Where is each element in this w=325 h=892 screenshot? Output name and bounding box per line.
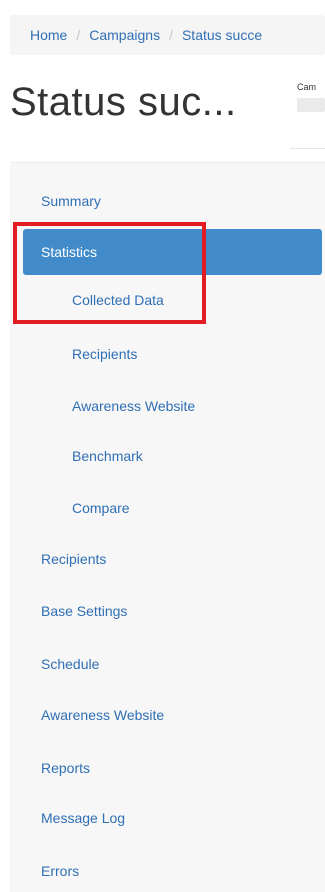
sidebar-item-label: Reports: [41, 760, 91, 776]
campaign-tab[interactable]: Cam: [297, 82, 325, 120]
sidebar-item-statistics[interactable]: Statistics: [23, 229, 322, 275]
sidebar-subitem-compare[interactable]: Compare: [10, 485, 325, 531]
sidebar-item-awareness-website[interactable]: Awareness Website: [10, 692, 325, 738]
sidebar-item-recipients[interactable]: Recipients: [10, 536, 325, 582]
sidebar-item-schedule[interactable]: Schedule: [10, 641, 325, 687]
sidebar-item-label: Errors: [41, 863, 80, 879]
sidebar-item-message-log[interactable]: Message Log: [10, 795, 325, 841]
sidebar-item-label: Collected Data: [72, 292, 164, 308]
sidebar-nav: Summary Statistics Collected Data Recipi…: [10, 162, 325, 892]
sidebar-item-label: Base Settings: [41, 603, 128, 619]
sidebar-subitem-collected-data[interactable]: Collected Data: [10, 277, 325, 323]
sidebar-item-label: Compare: [72, 500, 130, 516]
sidebar-item-label: Message Log: [41, 810, 126, 826]
campaign-tab-label: Cam: [297, 82, 317, 92]
sidebar-item-reports[interactable]: Reports: [10, 745, 325, 791]
sidebar-item-label: Schedule: [41, 656, 100, 672]
campaign-tab-bar: [297, 98, 325, 112]
sidebar-item-summary[interactable]: Summary: [10, 178, 325, 224]
sidebar-item-label: Statistics: [41, 244, 98, 260]
header-divider: [290, 148, 325, 149]
breadcrumb-campaigns[interactable]: Campaigns: [89, 27, 160, 43]
sidebar-item-label: Awareness Website: [72, 398, 196, 414]
breadcrumb-separator: /: [76, 27, 81, 43]
sidebar-item-label: Awareness Website: [41, 707, 165, 723]
breadcrumb: Home / Campaigns / Status succe: [10, 15, 325, 55]
sidebar-item-label: Recipients: [41, 551, 107, 567]
page-title: Status suc...: [10, 80, 237, 124]
breadcrumb-separator: /: [169, 27, 173, 43]
sidebar-subitem-awareness-website[interactable]: Awareness Website: [10, 383, 325, 429]
sidebar-item-label: Benchmark: [72, 448, 143, 464]
sidebar-subitem-benchmark[interactable]: Benchmark: [10, 433, 325, 479]
sidebar-item-label: Summary: [41, 193, 101, 209]
breadcrumb-current[interactable]: Status succe: [182, 27, 262, 43]
sidebar-subitem-recipients[interactable]: Recipients: [10, 331, 325, 377]
sidebar-item-errors[interactable]: Errors: [10, 848, 325, 892]
sidebar-item-base-settings[interactable]: Base Settings: [10, 588, 325, 634]
breadcrumb-home[interactable]: Home: [30, 27, 67, 43]
sidebar-item-label: Recipients: [72, 346, 138, 362]
